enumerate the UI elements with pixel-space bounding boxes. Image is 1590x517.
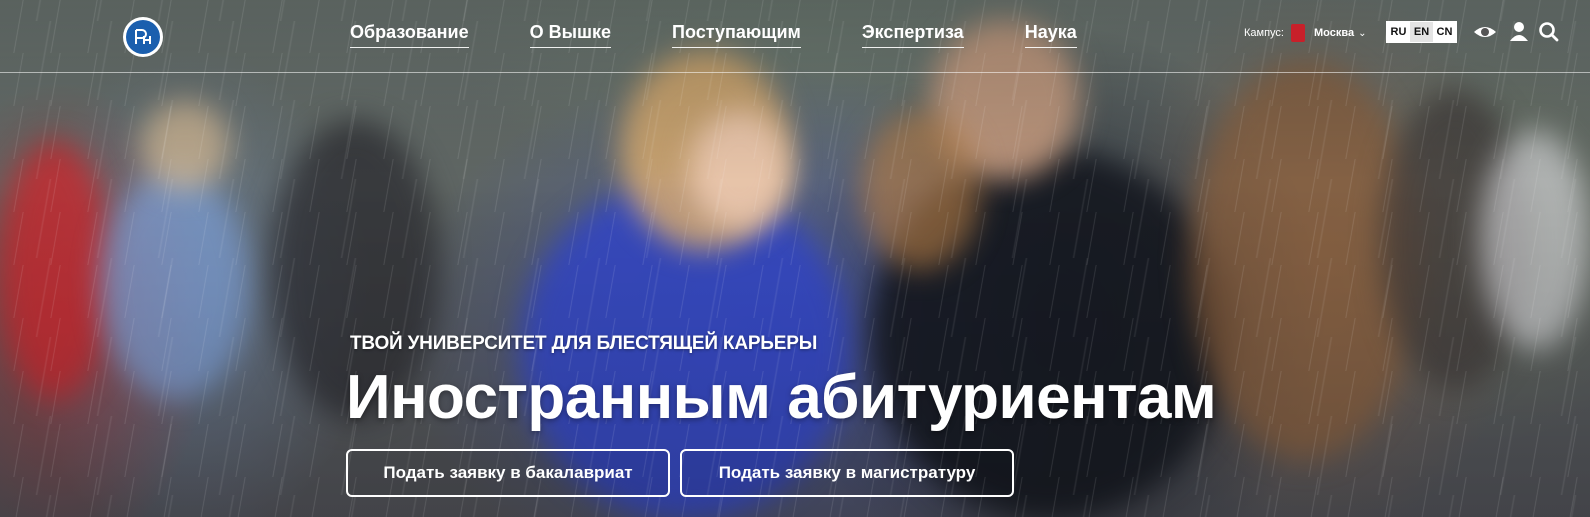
moscow-flag-icon [1290, 24, 1305, 42]
nav-item-about[interactable]: О Вышке [529, 22, 612, 48]
apply-bachelor-button[interactable]: Подать заявку в бакалавриат [346, 449, 670, 497]
lang-en[interactable]: EN [1410, 22, 1433, 42]
site-header: Образование О Вышке Поступающим Эксперти… [0, 0, 1590, 73]
campus-selector[interactable]: Кампус: Москва ⌄ [1244, 24, 1366, 42]
lang-ru[interactable]: RU [1387, 22, 1410, 42]
chevron-down-icon[interactable]: ⌄ [1358, 28, 1366, 39]
apply-master-button[interactable]: Подать заявку в магистратуру [680, 449, 1014, 497]
hero-title: Иностранным абитуриентам [346, 363, 1217, 432]
hse-logo[interactable] [123, 17, 163, 57]
image-shade [0, 0, 1590, 517]
language-switcher: RU EN CN [1386, 21, 1457, 43]
campus-city[interactable]: Москва [1314, 27, 1354, 39]
nav-item-expertise[interactable]: Экспертиза [861, 22, 964, 48]
hero-banner: Образование О Вышке Поступающим Эксперти… [0, 0, 1590, 517]
search-icon[interactable] [1536, 20, 1562, 44]
nav-item-science[interactable]: Наука [1024, 22, 1077, 48]
lang-cn[interactable]: CN [1433, 22, 1456, 42]
hse-logo-icon [126, 20, 160, 54]
main-nav: Образование О Вышке Поступающим Эксперти… [350, 22, 1138, 48]
hero-subtitle: ТВОЙ УНИВЕРСИТЕТ ДЛЯ БЛЕСТЯЩЕЙ КАРЬЕРЫ [350, 333, 818, 354]
nav-item-education[interactable]: Образование [350, 22, 469, 48]
campus-label: Кампус: [1244, 27, 1284, 39]
nav-item-applicants[interactable]: Поступающим [672, 22, 801, 48]
user-profile-icon[interactable] [1506, 20, 1532, 44]
visually-impaired-eye-icon[interactable] [1472, 20, 1498, 44]
